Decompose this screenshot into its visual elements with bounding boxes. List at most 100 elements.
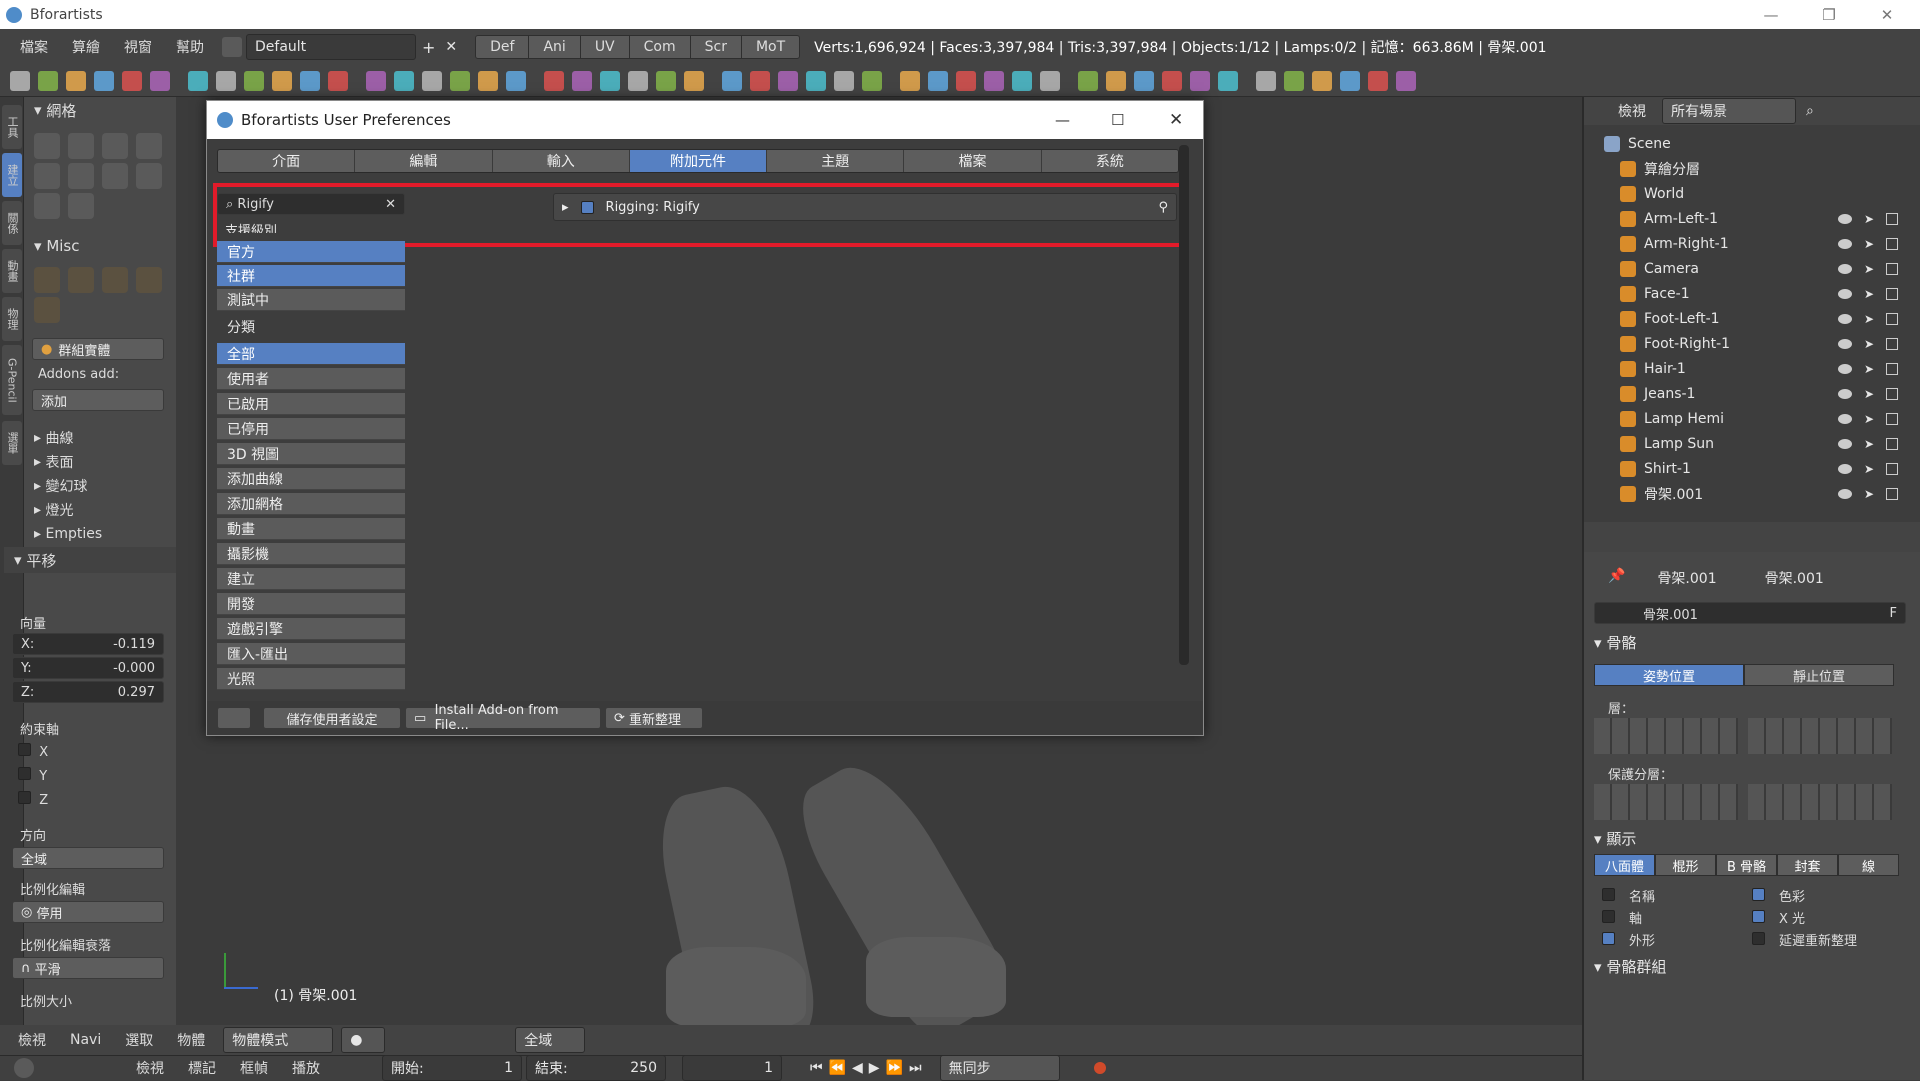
layers-grid-b[interactable]: [1748, 718, 1892, 754]
translate-panel-header[interactable]: ▾ 平移: [4, 547, 176, 573]
outliner-item[interactable]: Lamp Hemi ➤: [1584, 406, 1904, 431]
category-item[interactable]: 已啟用: [217, 393, 405, 415]
add-uvsphere-icon[interactable]: [136, 133, 162, 159]
display-option[interactable]: 名稱: [1602, 886, 1655, 905]
speaker-icon[interactable]: [600, 71, 620, 91]
speaker-icon[interactable]: [34, 297, 60, 323]
visibility-eye-icon[interactable]: [1838, 263, 1852, 274]
bone-groups-panel-header[interactable]: ▾ 骨骼群組: [1594, 956, 1914, 977]
link-icon[interactable]: [684, 71, 704, 91]
constraint-y-checkbox[interactable]: [18, 767, 31, 780]
selectable-cursor-icon[interactable]: ➤: [1864, 387, 1874, 401]
parent-icon[interactable]: [722, 71, 742, 91]
outliner-item[interactable]: 骨架.001 ➤: [1584, 481, 1904, 506]
dialog-scrollbar[interactable]: [1179, 145, 1189, 665]
tab-system[interactable]: 系統: [1041, 150, 1178, 172]
shading-dropdown[interactable]: ●: [341, 1027, 386, 1053]
display-option[interactable]: X 光: [1752, 908, 1805, 927]
show-icon[interactable]: [1396, 71, 1416, 91]
render-camera-icon[interactable]: [1886, 287, 1898, 300]
mode-com[interactable]: Com: [630, 36, 691, 58]
bone-icon[interactable]: [984, 71, 1004, 91]
open-icon[interactable]: [38, 71, 58, 91]
outliner-filter-dropdown[interactable]: 所有場景: [1662, 98, 1796, 124]
empty-icon[interactable]: [136, 267, 162, 293]
outliner-item[interactable]: Camera ➤: [1584, 256, 1904, 281]
category-item[interactable]: 匯入-匯出: [217, 643, 405, 665]
visibility-eye-icon[interactable]: [1838, 363, 1852, 374]
category-item[interactable]: 動畫: [217, 518, 405, 540]
outliner-item[interactable]: Arm-Right-1 ➤: [1584, 231, 1904, 256]
display-option-checkbox[interactable]: [1602, 932, 1615, 945]
armature-datablock-field[interactable]: 骨架.001 F: [1594, 602, 1906, 624]
selectable-cursor-icon[interactable]: ➤: [1864, 362, 1874, 376]
protected-layers-grid-b[interactable]: [1748, 784, 1892, 820]
selectable-cursor-icon[interactable]: ➤: [1864, 312, 1874, 326]
render-camera-icon[interactable]: [1886, 312, 1898, 325]
outliner-item[interactable]: Face-1 ➤: [1584, 281, 1904, 306]
clear-search-icon[interactable]: ✕: [385, 197, 396, 212]
render-camera-icon[interactable]: [1886, 337, 1898, 350]
vector-y-field[interactable]: Y: -0.000: [12, 657, 164, 679]
restore-button[interactable]: ❐: [1806, 0, 1852, 29]
scale-icon[interactable]: [1106, 71, 1126, 91]
vector-x-field[interactable]: X: -0.119: [12, 633, 164, 655]
save-settings-button[interactable]: 儲存使用者設定: [263, 707, 401, 729]
ik-icon[interactable]: [1012, 71, 1032, 91]
group-instance-dropdown[interactable]: ● 群組實體: [32, 338, 164, 360]
transform-icon[interactable]: [1040, 71, 1060, 91]
clear-icon[interactable]: [1312, 71, 1332, 91]
sync-mode-dropdown[interactable]: 無同步: [939, 1055, 1060, 1081]
prop-edit-dropdown[interactable]: ◎ 停用: [12, 901, 164, 923]
outliner-view-menu[interactable]: 檢視: [1618, 101, 1646, 121]
tab-grease-pencil[interactable]: G-Pencil: [2, 345, 22, 415]
add-circle-icon[interactable]: [102, 133, 128, 159]
mode-uv[interactable]: UV: [581, 36, 630, 58]
tab-interface[interactable]: 介面: [218, 150, 356, 172]
menu-icon[interactable]: [272, 71, 292, 91]
display-mode-button[interactable]: 棍形: [1655, 854, 1716, 876]
screen-layout-icon[interactable]: [222, 37, 242, 57]
protected-layers-grid-a[interactable]: [1594, 784, 1738, 820]
mesh-panel-header[interactable]: ▾ 網格: [24, 97, 172, 123]
add-torus-icon[interactable]: [136, 163, 162, 189]
visibility-eye-icon[interactable]: [1838, 288, 1852, 299]
mode-ani[interactable]: Ani: [529, 36, 581, 58]
category-item[interactable]: 3D 視圖: [217, 443, 405, 465]
visibility-eye-icon[interactable]: [1838, 413, 1852, 424]
pose-position-button[interactable]: 姿勢位置: [1594, 664, 1744, 686]
tl-menu-frame[interactable]: 框幀: [228, 1058, 280, 1078]
visibility-eye-icon[interactable]: [1838, 313, 1852, 324]
interaction-mode-dropdown[interactable]: 物體模式: [223, 1027, 334, 1053]
tab-menu[interactable]: 選單: [2, 421, 22, 465]
outliner-item[interactable]: 算繪分層: [1584, 156, 1904, 181]
torus-icon[interactable]: [422, 71, 442, 91]
tl-menu-marker[interactable]: 標記: [176, 1058, 228, 1078]
flat-icon[interactable]: [1218, 71, 1238, 91]
install-addon-button[interactable]: ▭ Install Add-on from File...: [405, 703, 601, 733]
undo-icon[interactable]: [150, 71, 170, 91]
menu-file[interactable]: 檔案: [8, 37, 60, 57]
skeleton-panel-header[interactable]: ▾ 骨骼: [1594, 632, 1914, 653]
display-mode-button[interactable]: 線: [1838, 854, 1899, 876]
layers-grid-a[interactable]: [1594, 718, 1738, 754]
grid-icon[interactable]: [450, 71, 470, 91]
selectable-cursor-icon[interactable]: ➤: [1864, 287, 1874, 301]
cylinder-icon[interactable]: [394, 71, 414, 91]
hide-icon[interactable]: [1368, 71, 1388, 91]
visibility-eye-icon[interactable]: [1838, 438, 1852, 449]
add-plane-icon[interactable]: [34, 133, 60, 159]
save-icon[interactable]: [66, 71, 86, 91]
visibility-eye-icon[interactable]: [1838, 463, 1852, 474]
record-icon[interactable]: [1093, 1062, 1106, 1074]
render-camera-icon[interactable]: [1886, 362, 1898, 375]
tab-themes[interactable]: 主題: [767, 150, 905, 172]
redo-icon[interactable]: [188, 71, 208, 91]
dialog-close-button[interactable]: ✕: [1169, 110, 1183, 130]
texture-icon[interactable]: [834, 71, 854, 91]
addon-row-rigify[interactable]: ▸ Rigging: Rigify ⚲: [553, 193, 1177, 221]
category-item[interactable]: 遊戲引擎: [217, 618, 405, 640]
category-item[interactable]: 添加網格: [217, 493, 405, 515]
outliner-search-icon[interactable]: ⌕: [1806, 103, 1814, 119]
orientation-space-dropdown[interactable]: 全域: [515, 1027, 586, 1053]
